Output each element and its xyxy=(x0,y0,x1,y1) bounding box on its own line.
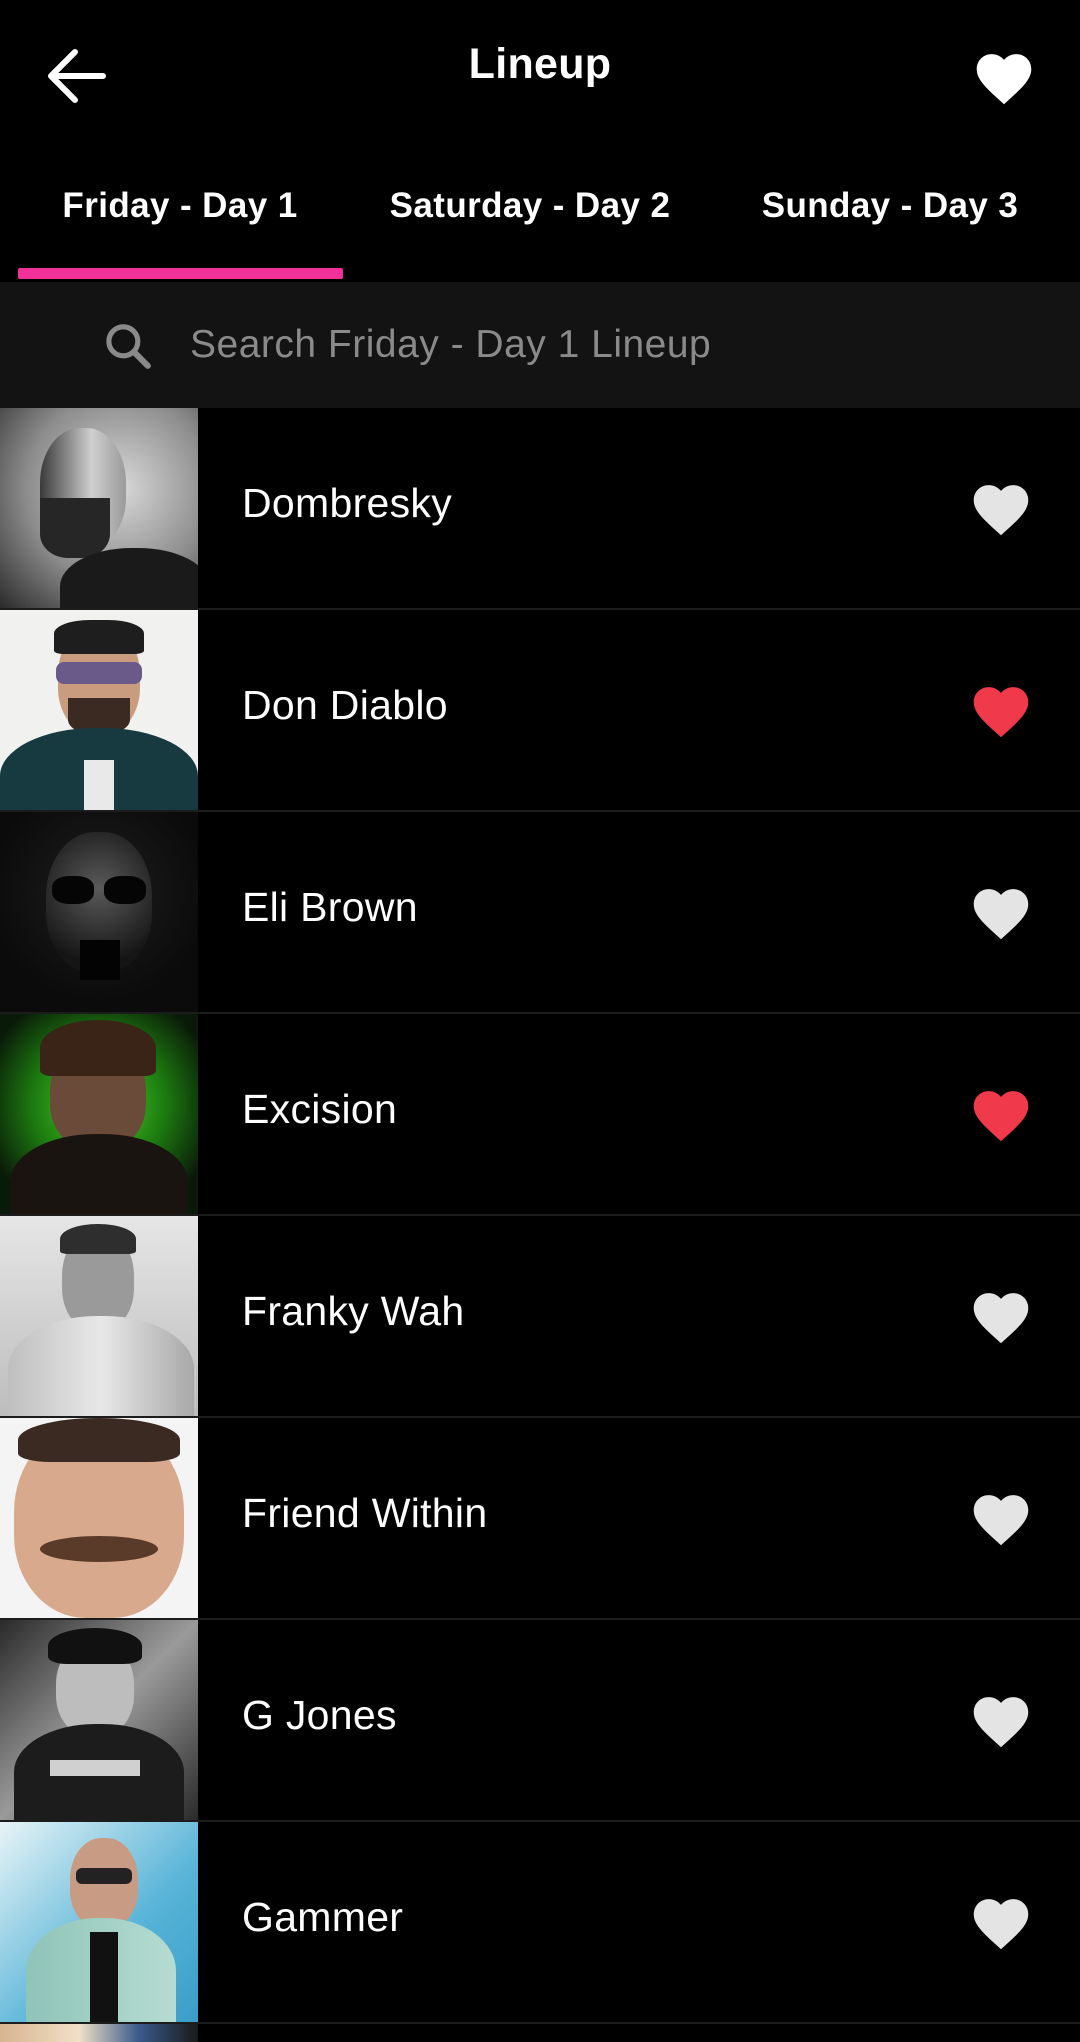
heart-icon xyxy=(973,1091,1029,1142)
search-input[interactable] xyxy=(190,304,1050,386)
artist-row[interactable]: Franky Wah xyxy=(0,1216,1080,1418)
heart-icon xyxy=(973,1495,1029,1546)
favorite-toggle[interactable] xyxy=(960,1274,1042,1356)
favorite-toggle[interactable] xyxy=(960,668,1042,750)
heart-icon xyxy=(973,1697,1029,1748)
favorite-toggle[interactable] xyxy=(960,1476,1042,1558)
artist-row[interactable]: Friend Within xyxy=(0,1418,1080,1620)
artist-photo xyxy=(0,1418,198,1618)
heart-icon xyxy=(973,889,1029,940)
artist-photo xyxy=(0,2024,198,2042)
artist-name: Friend Within xyxy=(242,1490,488,1536)
artist-photo xyxy=(0,1216,198,1416)
artist-row[interactable]: Don Diablo xyxy=(0,610,1080,812)
artist-row[interactable] xyxy=(0,2024,1080,2042)
tab-label: Friday - Day 1 xyxy=(62,186,298,225)
favorites-button[interactable] xyxy=(964,36,1044,116)
app-header: Lineup xyxy=(0,0,1080,148)
favorite-toggle[interactable] xyxy=(960,1880,1042,1962)
artist-row[interactable]: G Jones xyxy=(0,1620,1080,1822)
selected-tab-indicator xyxy=(18,268,343,279)
tab-label: Saturday - Day 2 xyxy=(389,186,671,225)
artist-name: Dombresky xyxy=(242,480,453,526)
heart-icon xyxy=(973,687,1029,738)
day-tabs: Friday - Day 1 Saturday - Day 2 Sunday -… xyxy=(0,148,1080,282)
heart-icon xyxy=(976,54,1032,105)
artist-name: Don Diablo xyxy=(242,682,448,728)
artist-photo xyxy=(0,812,198,1012)
page-title: Lineup xyxy=(468,40,612,88)
artist-name: Eli Brown xyxy=(242,884,418,930)
tab-friday[interactable]: Friday - Day 1 xyxy=(0,148,360,282)
favorite-toggle[interactable] xyxy=(960,466,1042,548)
artist-name: Franky Wah xyxy=(242,1288,465,1334)
artist-row[interactable]: Gammer xyxy=(0,1822,1080,2024)
favorite-toggle[interactable] xyxy=(960,1678,1042,1760)
artist-name: G Jones xyxy=(242,1692,397,1738)
tab-sunday[interactable]: Sunday - Day 3 xyxy=(700,148,1080,282)
artist-list: Dombresky Don Diablo Eli Brown Excision … xyxy=(0,408,1080,2042)
tab-saturday[interactable]: Saturday - Day 2 xyxy=(360,148,700,282)
search-icon xyxy=(106,324,151,369)
heart-icon xyxy=(973,1899,1029,1950)
heart-icon xyxy=(973,1293,1029,1344)
artist-row[interactable]: Excision xyxy=(0,1014,1080,1216)
artist-name: Gammer xyxy=(242,1894,404,1940)
favorite-toggle[interactable] xyxy=(960,870,1042,952)
artist-row[interactable]: Eli Brown xyxy=(0,812,1080,1014)
tab-label: Sunday - Day 3 xyxy=(761,186,1019,225)
search-bar xyxy=(0,282,1080,408)
lineup-screen: Lineup Friday - Day 1 Saturday - Day 2 S… xyxy=(0,0,1080,2042)
heart-icon xyxy=(973,485,1029,536)
artist-photo xyxy=(0,1014,198,1214)
artist-photo xyxy=(0,1620,198,1820)
artist-photo xyxy=(0,1822,198,2022)
artist-row[interactable]: Dombresky xyxy=(0,408,1080,610)
artist-photo xyxy=(0,408,198,608)
artist-photo xyxy=(0,610,198,810)
favorite-toggle[interactable] xyxy=(960,1072,1042,1154)
artist-name: Excision xyxy=(242,1086,398,1132)
